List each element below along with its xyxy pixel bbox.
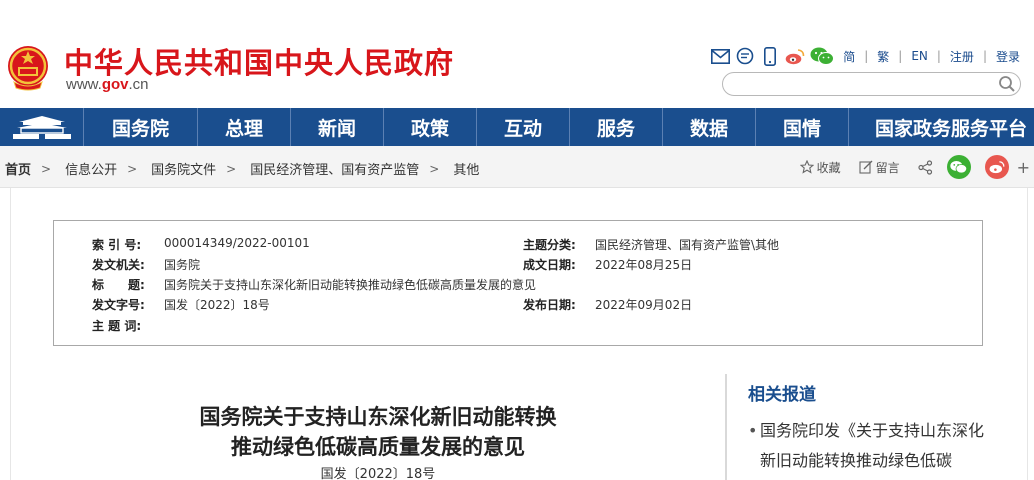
nav-item-state-council[interactable]: 国务院 xyxy=(84,108,198,146)
info-value: 2022年09月02日 xyxy=(595,298,693,312)
chevron-right-icon: > xyxy=(429,161,440,176)
info-value: 国务院 xyxy=(164,258,201,272)
weibo-icon[interactable] xyxy=(785,46,805,66)
national-emblem-icon[interactable] xyxy=(6,44,50,92)
top-tools: 简 | 繁 | EN | 注册 | 登录 xyxy=(710,45,1024,67)
sidebar-divider xyxy=(725,374,727,480)
domain-prefix: www. xyxy=(66,76,102,93)
site-domain: www.gov.cn xyxy=(66,76,149,93)
login-link[interactable]: 登录 xyxy=(992,48,1024,65)
related-reports-title: 相关报道 xyxy=(748,385,816,405)
share-button[interactable] xyxy=(917,159,933,175)
favorite-button[interactable]: 收藏 xyxy=(799,159,841,176)
mobile-icon[interactable] xyxy=(760,46,780,66)
separator: | xyxy=(864,49,869,63)
nav-item-national-info[interactable]: 国情 xyxy=(756,108,849,146)
share-icon xyxy=(917,159,932,175)
register-link[interactable]: 注册 xyxy=(946,48,978,65)
lang-traditional[interactable]: 繁 xyxy=(873,48,893,65)
info-key: 发文字号: xyxy=(92,298,145,312)
info-key: 主 题 词: xyxy=(92,319,142,333)
separator: | xyxy=(898,49,903,63)
info-value: 2022年08月25日 xyxy=(595,258,693,272)
lang-english[interactable]: EN xyxy=(907,49,932,63)
bullet: • xyxy=(748,421,758,440)
main-nav: 国务院 总理 新闻 政策 互动 服务 数据 国情 国家政务服务平台 xyxy=(0,108,1034,146)
site-header: 中华人民共和国中央人民政府 www.gov.cn 简 | 繁 | EN | 注册… xyxy=(0,0,1034,108)
share-weibo-button[interactable] xyxy=(984,155,1009,179)
info-key: 发布日期: xyxy=(523,298,576,312)
info-key: 成文日期: xyxy=(523,258,576,272)
nav-item-premier[interactable]: 总理 xyxy=(198,108,291,146)
related-report-link[interactable]: • 国务院印发《关于支持山东深化新旧动能转换推动绿色低碳 xyxy=(748,416,984,476)
info-key: 索 引 号: xyxy=(92,238,142,252)
email-icon[interactable] xyxy=(710,46,730,66)
nav-item-policy[interactable]: 政策 xyxy=(384,108,477,146)
document-info-box: 索 引 号: 000014349/2022-00101 发文机关: 国务院 标 … xyxy=(53,220,983,346)
weibo-icon xyxy=(989,161,1005,174)
favorite-label: 收藏 xyxy=(816,160,841,175)
comment-label: 留言 xyxy=(875,160,900,175)
comment-button[interactable]: 留言 xyxy=(859,159,900,176)
article-document-number: 国发〔2022〕18号 xyxy=(320,467,436,480)
breadcrumb-bar: 首页 > 信息公开 > 国务院文件 > 国民经济管理、国有资产监管 > 其他 收… xyxy=(0,146,1034,188)
wechat-icon[interactable] xyxy=(810,46,835,66)
search-input[interactable] xyxy=(733,73,993,95)
breadcrumb-economy[interactable]: 国民经济管理、国有资产监管 xyxy=(250,159,419,178)
lang-simplified[interactable]: 简 xyxy=(839,48,859,65)
breadcrumb-info-disclosure[interactable]: 信息公开 xyxy=(65,159,117,178)
domain-name: gov xyxy=(101,76,129,93)
info-key: 主题分类: xyxy=(523,238,576,252)
info-value: 国务院关于支持山东深化新旧动能转换推动绿色低碳高质量发展的意见 xyxy=(164,278,537,292)
nav-item-services[interactable]: 服务 xyxy=(570,108,663,146)
separator: | xyxy=(936,49,941,63)
nav-home[interactable] xyxy=(0,108,84,146)
share-tools: 收藏 留言 + xyxy=(799,155,1030,179)
chevron-right-icon: > xyxy=(226,161,237,176)
separator: | xyxy=(982,49,987,63)
nav-item-data[interactable]: 数据 xyxy=(663,108,756,146)
wechat-icon xyxy=(950,160,968,174)
search-icon[interactable] xyxy=(998,75,1016,93)
breadcrumb: 首页 > 信息公开 > 国务院文件 > 国民经济管理、国有资产监管 > 其他 xyxy=(5,159,479,179)
page: 中华人民共和国中央人民政府 www.gov.cn 简 | 繁 | EN | 注册… xyxy=(0,0,1034,480)
domain-suffix: .cn xyxy=(128,76,149,93)
chevron-right-icon: > xyxy=(127,161,138,176)
nav-item-interaction[interactable]: 互动 xyxy=(477,108,570,146)
message-icon[interactable] xyxy=(735,46,755,66)
info-key: 标 题: xyxy=(92,278,145,292)
chevron-right-icon: > xyxy=(41,161,52,176)
article-title-line-2: 推动绿色低碳高质量发展的意见 xyxy=(231,434,525,459)
info-key: 发文机关: xyxy=(92,258,145,272)
breadcrumb-home[interactable]: 首页 xyxy=(5,159,31,178)
info-value: 国民经济管理、国有资产监管\其他 xyxy=(595,238,780,252)
tiananmen-icon xyxy=(12,116,71,139)
nav-item-news[interactable]: 新闻 xyxy=(291,108,384,146)
article-title: 国务院关于支持山东深化新旧动能转换 推动绿色低碳高质量发展的意见 xyxy=(100,402,656,462)
nav-item-gov-service-platform[interactable]: 国家政务服务平台 xyxy=(849,108,1034,146)
breadcrumb-other[interactable]: 其他 xyxy=(453,159,479,178)
related-report-link-text[interactable]: 国务院印发《关于支持山东深化新旧动能转换推动绿色低碳 xyxy=(748,416,984,476)
article-title-line-1: 国务院关于支持山东深化新旧动能转换 xyxy=(199,404,557,429)
edit-icon xyxy=(859,160,873,174)
search-box xyxy=(722,72,1021,96)
info-value: 000014349/2022-00101 xyxy=(164,236,310,250)
more-share-button[interactable]: + xyxy=(1017,158,1030,177)
breadcrumb-state-council-docs[interactable]: 国务院文件 xyxy=(151,159,216,178)
star-icon xyxy=(799,160,814,174)
info-value: 国发〔2022〕18号 xyxy=(164,298,270,312)
share-wechat-button[interactable] xyxy=(946,155,971,179)
